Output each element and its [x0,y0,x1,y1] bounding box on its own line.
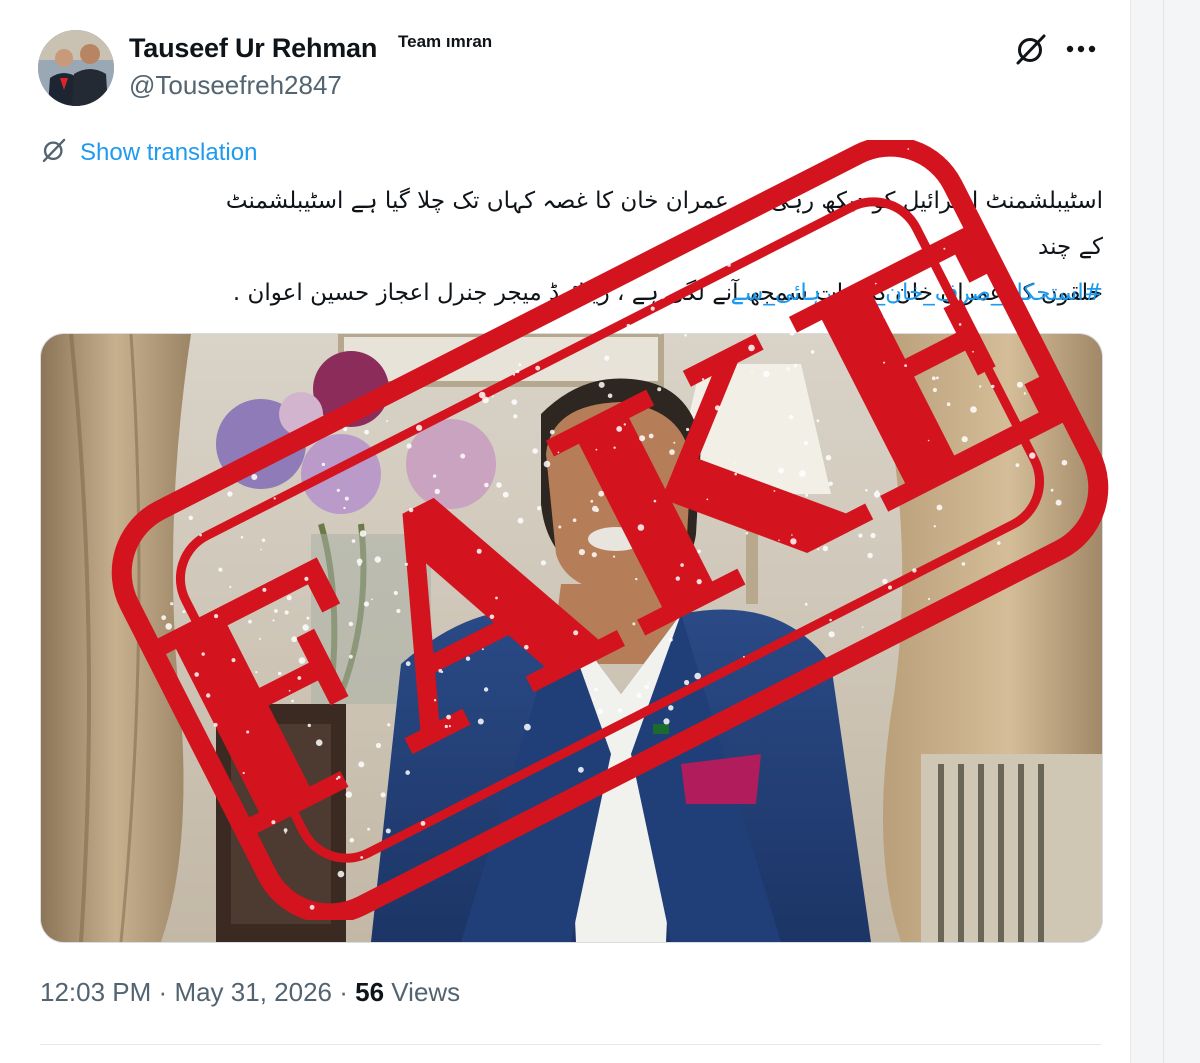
author-display-name[interactable]: Tauseef Ur Rehman [129,33,377,64]
tweet-time[interactable]: 12:03 PM [40,977,151,1007]
meta-separator: · [339,977,348,1007]
divider [40,1044,1101,1045]
tweet-body-line: اسٹیبلشمنٹ اسرائیل کو دیکھ رہی ہے عمران … [225,188,1103,260]
tweet-metadata: 12:03 PM · May 31, 2026 · 56 Views [40,977,460,1008]
translate-grok-icon [40,136,80,171]
meta-separator: · [158,977,168,1007]
right-sidebar-panel [1130,0,1200,1063]
author-handle[interactable]: @Touseefreh2847 [129,70,342,101]
tweet-media-image[interactable] [40,333,1103,943]
author-avatar[interactable] [38,30,114,106]
grok-icon[interactable] [1013,31,1049,67]
hashtag-link[interactable]: #استحکام_صرف_خان_کی_رہائی_سے [560,270,1103,316]
show-translation-label: Show translation [80,139,258,166]
more-options-icon[interactable] [1066,42,1096,54]
affiliation-badge[interactable]: Team ımran [398,32,492,52]
show-translation-link[interactable]: Show translation [40,138,257,168]
views-label: Views [391,977,461,1007]
views-count: 56 [355,977,385,1007]
tweet-date[interactable]: May 31, 2026 [174,977,332,1007]
